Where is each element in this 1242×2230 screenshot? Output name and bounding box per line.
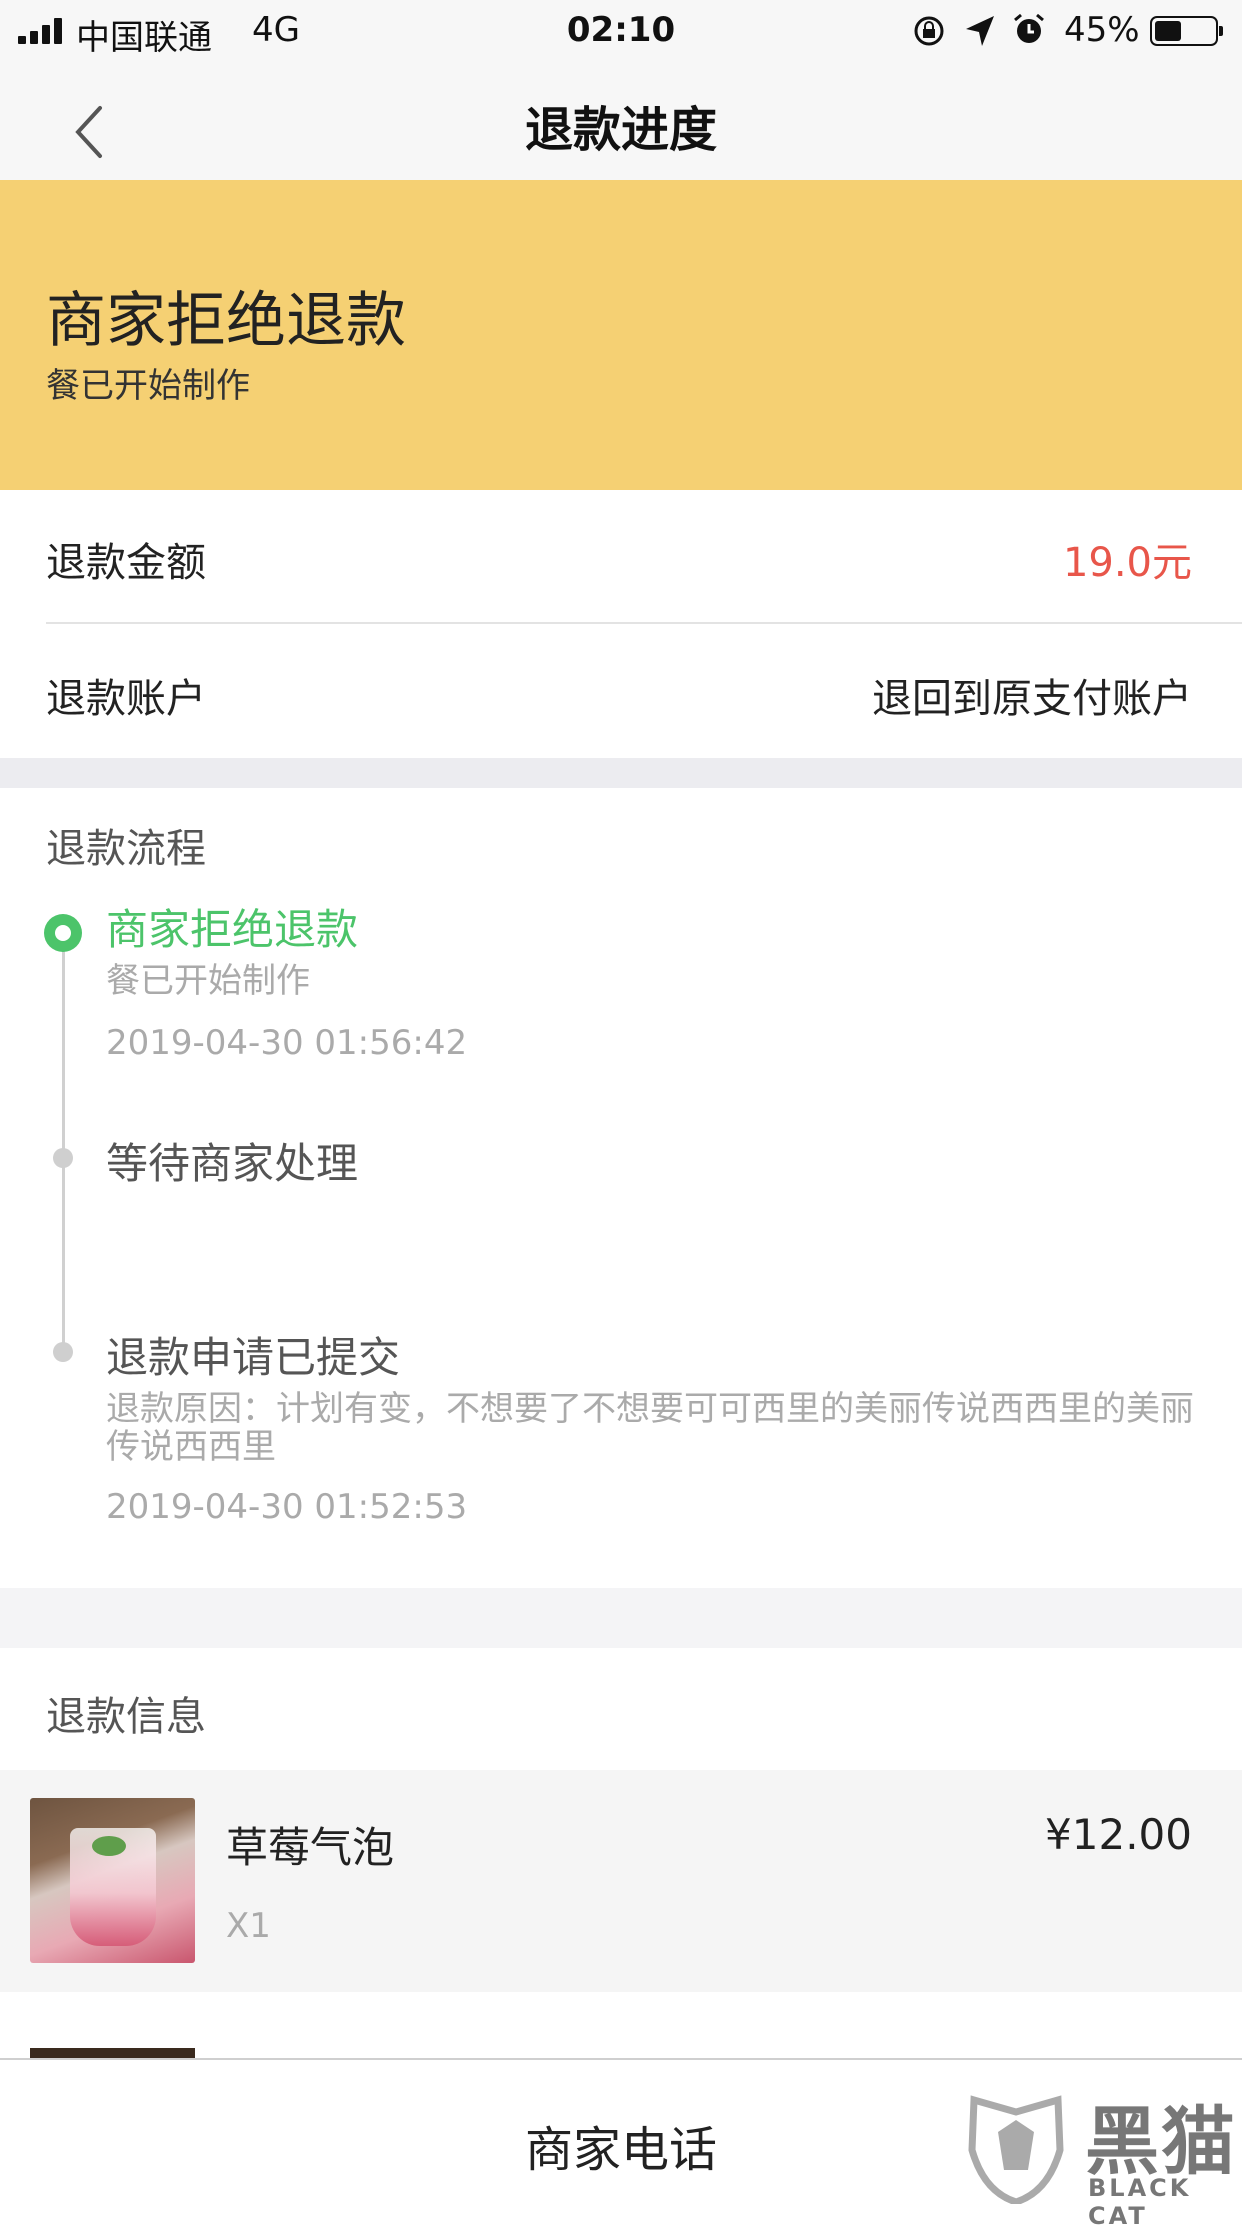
list-item[interactable]: 草莓气泡 X1 ¥12.00: [0, 1770, 1242, 1992]
timeline-dot-active: [44, 914, 82, 952]
divider: [46, 622, 1242, 624]
product-image: [30, 1798, 195, 1963]
orientation-lock-icon: [914, 16, 944, 46]
refund-account-value: 退回到原支付账户: [872, 676, 1192, 722]
refund-status-title: 商家拒绝退款: [46, 286, 406, 356]
clock: 02:10: [566, 10, 676, 50]
step-time: 2019-04-30 01:52:53: [106, 1487, 468, 1527]
refund-amount-value: 19.0元: [1062, 540, 1192, 586]
refund-status-subtitle: 餐已开始制作: [46, 366, 250, 406]
product-price: ¥12.00: [1045, 1810, 1192, 1859]
alarm-icon: [1014, 13, 1044, 43]
location-icon: [966, 16, 994, 46]
refund-amount-label: 退款金额: [46, 540, 206, 586]
product-quantity: X1: [226, 1906, 271, 1946]
section-gap: [0, 1588, 1242, 1648]
step-detail: 退款原因：计划有变，不想要了不想要可可西里的美丽传说西西里的美丽传说西西里: [106, 1389, 1194, 1467]
watermark-text: 黑猫: [1085, 2099, 1237, 2185]
status-bar: 中国联通 4G 02:10 45%: [0, 0, 1242, 62]
step-title: 商家拒绝退款: [106, 905, 359, 954]
step-time: 2019-04-30 01:56:42: [106, 1023, 468, 1063]
battery-icon: [1150, 16, 1223, 46]
battery-percent: 45%: [1064, 10, 1140, 50]
section-gap: [0, 758, 1242, 788]
navigation-bar: 退款进度: [0, 62, 1242, 181]
refund-process-title: 退款流程: [46, 826, 206, 872]
refund-info-title: 退款信息: [46, 1694, 206, 1740]
product-name: 草莓气泡: [226, 1823, 395, 1872]
step-title: 等待商家处理: [106, 1139, 359, 1188]
timeline-dot: [53, 1148, 73, 1168]
timeline-line: [62, 932, 65, 1352]
refund-account-label: 退款账户: [46, 676, 206, 722]
refund-status-banner: 商家拒绝退款 餐已开始制作: [0, 180, 1242, 490]
timeline-dot: [53, 1342, 73, 1362]
page-title: 退款进度: [524, 102, 717, 158]
step-title: 退款申请已提交: [106, 1333, 401, 1382]
watermark-subtext: BLACK CAT: [1088, 2174, 1192, 2230]
step-detail: 餐已开始制作: [106, 961, 310, 1001]
